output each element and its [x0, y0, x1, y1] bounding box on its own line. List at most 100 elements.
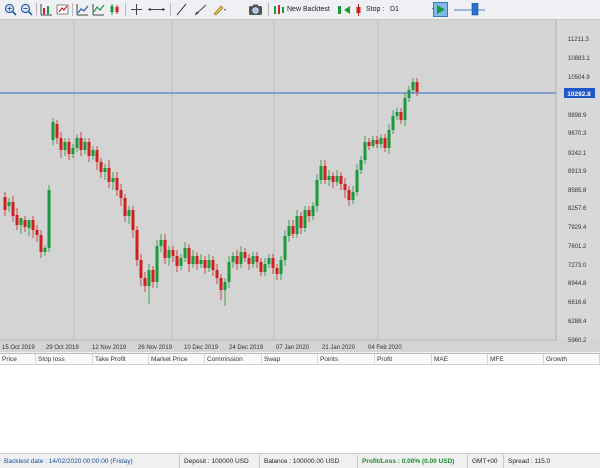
candle-body	[271, 258, 275, 268]
pencil-icon[interactable]	[211, 2, 229, 17]
candle-body	[159, 240, 163, 246]
candle-body	[39, 235, 43, 252]
step-icon[interactable]	[55, 2, 69, 17]
play-icon	[437, 5, 445, 14]
price-label: 8257.6	[568, 206, 587, 212]
candle-body	[307, 210, 311, 216]
candle-body	[367, 142, 371, 146]
candle-body	[351, 192, 355, 200]
candle-body	[223, 282, 227, 290]
candle-body	[315, 180, 319, 206]
date-label: 12 Nov 2019	[92, 345, 127, 351]
column-header[interactable]: Take Profit	[93, 354, 149, 364]
chart-background	[0, 20, 600, 352]
step-back-button[interactable]	[336, 2, 352, 17]
orders-table: Price Stop loss Take Profit Market Price Com…	[0, 353, 600, 453]
zoom-in-icon[interactable]	[3, 2, 17, 17]
date-label: 07 Jan 2020	[276, 345, 310, 351]
column-header[interactable]: Profit	[375, 354, 432, 364]
candle-body	[143, 278, 147, 286]
price-chart[interactable]: 11211.310883.110504.910200.09898.99670.3…	[0, 20, 600, 352]
candle-body	[211, 260, 215, 270]
date-label: 10 Dec 2019	[184, 345, 219, 351]
zoom-out-icon[interactable]	[19, 2, 33, 17]
candle-body	[107, 168, 111, 182]
date-label: 04 Feb 2020	[368, 345, 402, 351]
column-header[interactable]: Market Price	[149, 354, 205, 364]
price-label: 7601.2	[568, 244, 587, 250]
price-axis	[556, 20, 600, 340]
candle-body	[207, 260, 211, 268]
crosshair-icon[interactable]	[129, 2, 143, 17]
column-header[interactable]: Swap	[262, 354, 318, 364]
price-label: 9670.3	[568, 131, 587, 137]
timeframe-select[interactable]: D1	[390, 2, 430, 17]
candle-body	[391, 116, 395, 130]
candle-body	[71, 148, 75, 154]
date-label: 26 Nov 2019	[138, 345, 173, 351]
stop-candle-icon	[356, 3, 361, 16]
candle-body	[83, 142, 87, 150]
candle-body	[243, 252, 247, 258]
play-button[interactable]	[433, 2, 448, 17]
price-label: 9898.9	[568, 113, 587, 119]
candle-body	[67, 142, 71, 154]
candle-body	[119, 190, 123, 198]
candle-body	[383, 138, 387, 148]
candle-body	[59, 138, 63, 150]
price-label: 10883.1	[568, 56, 590, 62]
candle-body	[359, 160, 363, 170]
column-header[interactable]: Stop loss	[36, 354, 93, 364]
trend-line-icon[interactable]	[174, 2, 188, 17]
candle-body	[135, 230, 139, 260]
candle-body	[347, 190, 351, 200]
candle-body	[295, 216, 299, 234]
price-label: 6288.4	[568, 319, 587, 325]
horizontal-line-icon[interactable]	[146, 2, 166, 17]
candle-body	[43, 248, 47, 252]
column-header[interactable]: Price	[0, 354, 36, 364]
speed-slider[interactable]	[451, 2, 487, 17]
candle-body	[55, 124, 59, 138]
candle-body	[363, 142, 367, 160]
candle-body	[131, 210, 135, 230]
candle-body	[283, 236, 287, 260]
column-header[interactable]: Commission	[205, 354, 262, 364]
column-header[interactable]: Points	[318, 354, 375, 364]
table-header: Price Stop loss Take Profit Market Price Com…	[0, 354, 600, 365]
price-label: 7273.0	[568, 263, 587, 269]
candle-body	[151, 270, 155, 282]
candle-body	[19, 218, 23, 225]
candle-body	[319, 166, 323, 180]
candle-body	[79, 138, 83, 150]
candle-body	[91, 150, 95, 156]
balance: Balance : 100000.00 USD	[260, 454, 358, 468]
price-label: 10504.9	[568, 75, 590, 81]
ray-icon[interactable]	[193, 2, 207, 17]
line-chart-icon[interactable]	[75, 2, 89, 17]
price-label: 11211.3	[568, 37, 589, 43]
timeframe-value: D1	[390, 6, 399, 13]
line-chart-icon-2[interactable]	[91, 2, 105, 17]
candle-body	[215, 270, 219, 278]
stop-button[interactable]: Stop :	[354, 2, 390, 17]
candle-chart-icon[interactable]	[107, 2, 121, 17]
candlestick-chart[interactable]: 11211.310883.110504.910200.09898.99670.3…	[0, 20, 600, 352]
candle-body	[95, 150, 99, 162]
candle-body	[127, 210, 131, 216]
candle-body	[227, 262, 231, 282]
column-header[interactable]: Growth	[544, 354, 600, 364]
candle-body	[259, 262, 263, 272]
column-header[interactable]: MAE	[432, 354, 488, 364]
screenshot-icon[interactable]	[247, 2, 263, 17]
column-header[interactable]: MFE	[488, 354, 544, 364]
new-backtest-button[interactable]: New Backtest	[273, 2, 333, 17]
candle-body	[35, 230, 39, 235]
price-label: 7929.4	[568, 225, 587, 231]
candle-body	[323, 166, 327, 180]
price-label: 6616.6	[568, 300, 587, 306]
stop-label: Stop :	[366, 6, 385, 13]
bar-chart-icon[interactable]	[39, 2, 53, 17]
candle-body	[27, 220, 31, 228]
candle-body	[231, 256, 235, 262]
